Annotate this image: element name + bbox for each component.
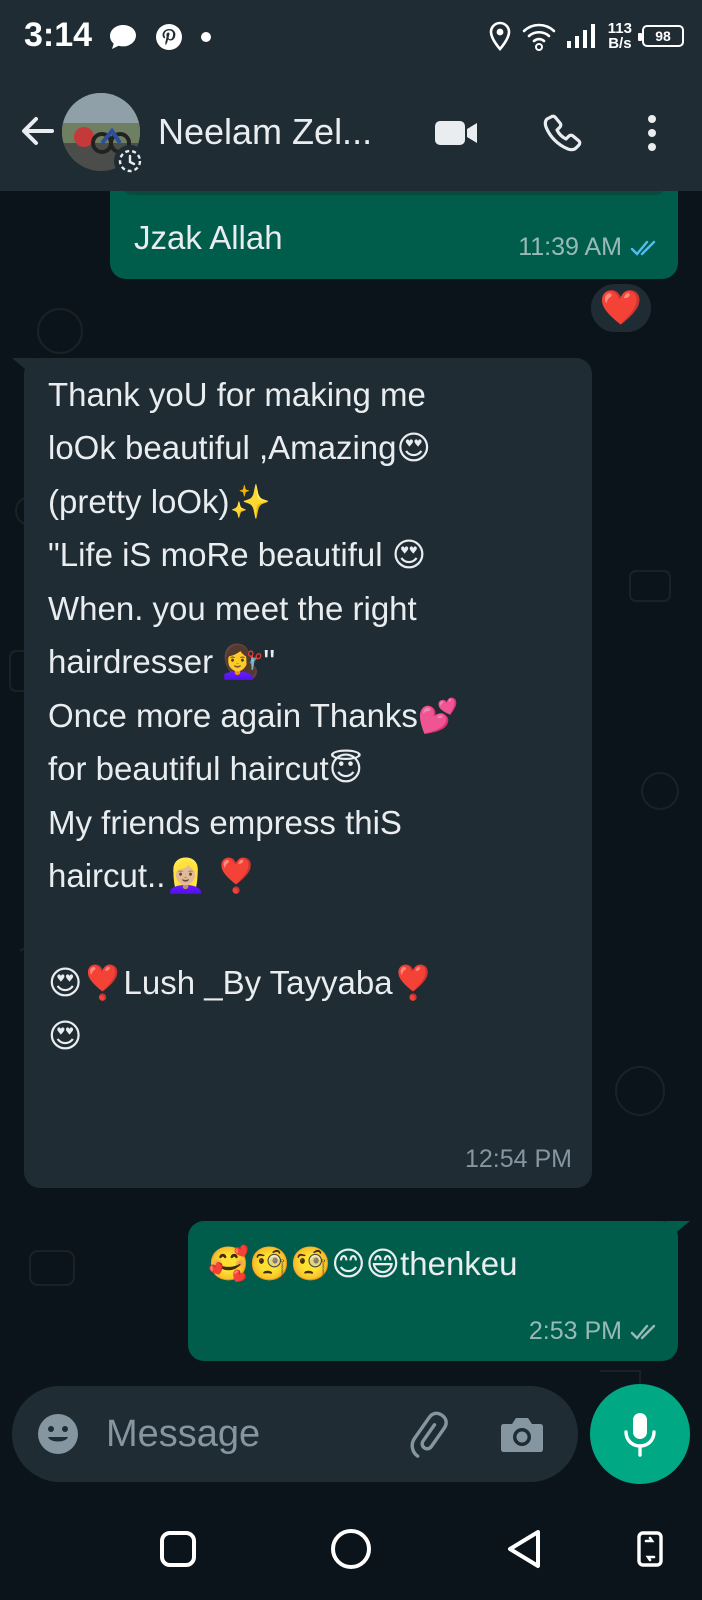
message-text: Jzak Allah bbox=[134, 219, 283, 256]
status-right-icons: 113 B/s 98 bbox=[488, 14, 684, 58]
back-arrow-icon bbox=[22, 117, 54, 145]
video-call-button[interactable] bbox=[430, 107, 482, 159]
message-input-bar[interactable]: Message bbox=[12, 1386, 578, 1482]
home-icon bbox=[331, 1529, 371, 1569]
chat-bubble-icon bbox=[110, 25, 136, 49]
heart-reaction: ❤️ bbox=[599, 289, 643, 327]
message-text: 🥰🧐🧐😊😄thenkeu bbox=[208, 1245, 518, 1282]
message-line: 😍❣️Lush _By Tayyaba❣️ bbox=[48, 963, 434, 1001]
message-outgoing[interactable]: 🥰🧐🧐😊😄thenkeu 2:53 PM bbox=[188, 1221, 690, 1361]
video-call-icon bbox=[435, 121, 477, 145]
status-time: 3:14 bbox=[24, 16, 93, 54]
battery-icon: 98 bbox=[638, 25, 684, 47]
signal-icon bbox=[566, 24, 595, 48]
message-line: hairdresser 💇‍♀️" bbox=[48, 643, 276, 681]
message-line: "Life iS moRe beautiful 😍 bbox=[48, 536, 427, 574]
battery-level: 98 bbox=[655, 28, 671, 44]
message-time: 12:54 PM bbox=[465, 1145, 572, 1174]
message-line: (pretty loOk)✨ bbox=[48, 482, 271, 520]
message-reaction[interactable]: ❤️ bbox=[588, 281, 654, 335]
chat-area[interactable]: Jzak Allah 11:39 AM ❤️ Thank yoU for mak… bbox=[0, 191, 702, 1467]
home-button[interactable] bbox=[325, 1523, 377, 1575]
status-bar: 3:14 113 B/s 98 bbox=[0, 0, 702, 75]
attach-icon[interactable] bbox=[404, 1410, 452, 1458]
message-line: Once more again Thanks💕 bbox=[48, 696, 460, 734]
message-input[interactable]: Message bbox=[106, 1413, 260, 1456]
back-nav-button[interactable] bbox=[498, 1523, 550, 1575]
message-line: haircut..👱🏼‍♀️ ❣️ bbox=[48, 857, 257, 895]
quoted-reply bbox=[124, 191, 664, 195]
location-icon bbox=[489, 21, 511, 51]
delivered-ticks-icon bbox=[630, 1324, 656, 1340]
read-ticks-icon bbox=[630, 240, 656, 256]
wifi-icon bbox=[522, 23, 556, 51]
message-line: 😍 bbox=[48, 1016, 83, 1054]
rotate-icon bbox=[637, 1531, 663, 1567]
pinterest-icon bbox=[156, 24, 182, 50]
message-line: for beautiful haircut😇 bbox=[48, 750, 364, 788]
back-button[interactable] bbox=[14, 107, 62, 155]
rotate-button[interactable] bbox=[624, 1523, 676, 1575]
mic-button[interactable] bbox=[590, 1384, 690, 1484]
message-line: When. you meet the right bbox=[48, 589, 417, 627]
network-speed-value: 113 bbox=[607, 20, 632, 37]
message-timestamp: 12:54 PM bbox=[464, 1145, 572, 1173]
system-nav-bar bbox=[0, 1497, 702, 1600]
bubble-tail bbox=[666, 1221, 690, 1241]
message-time: 2:53 PM bbox=[529, 1317, 660, 1346]
message-body: Thank yoU for making me loOk beautiful ,… bbox=[48, 368, 578, 1062]
message-incoming[interactable]: Thank yoU for making me loOk beautiful ,… bbox=[12, 358, 592, 1188]
voice-call-button[interactable] bbox=[536, 107, 588, 159]
message-outgoing[interactable]: Jzak Allah 11:39 AM bbox=[110, 191, 678, 279]
message-time: 11:39 AM bbox=[518, 233, 660, 262]
message-line bbox=[48, 903, 578, 956]
message-line: Thank yoU for making me bbox=[48, 376, 426, 413]
recents-icon bbox=[160, 1531, 196, 1567]
camera-icon[interactable] bbox=[498, 1412, 546, 1456]
network-speed-unit: B/s bbox=[608, 35, 632, 52]
message-timestamp: 2:53 PM bbox=[528, 1317, 622, 1345]
message-line: loOk beautiful ,Amazing😍 bbox=[48, 429, 431, 467]
dot-icon bbox=[201, 32, 211, 42]
status-ring-icon bbox=[114, 145, 146, 177]
chat-header: Neelam Zel... bbox=[0, 75, 702, 191]
message-line: My friends empress thiS bbox=[48, 803, 402, 841]
bubble-tail bbox=[12, 358, 36, 378]
more-options-button[interactable] bbox=[626, 107, 678, 159]
more-options-icon bbox=[648, 115, 656, 151]
back-icon bbox=[508, 1530, 540, 1568]
recents-button[interactable] bbox=[152, 1523, 204, 1575]
status-left-icons bbox=[108, 22, 212, 52]
network-speed: 113 B/s bbox=[608, 21, 632, 51]
message-timestamp: 11:39 AM bbox=[518, 233, 622, 261]
mic-icon bbox=[624, 1413, 656, 1457]
emoji-icon[interactable] bbox=[36, 1412, 80, 1456]
contact-name[interactable]: Neelam Zel... bbox=[158, 111, 372, 153]
voice-call-icon bbox=[543, 114, 582, 152]
